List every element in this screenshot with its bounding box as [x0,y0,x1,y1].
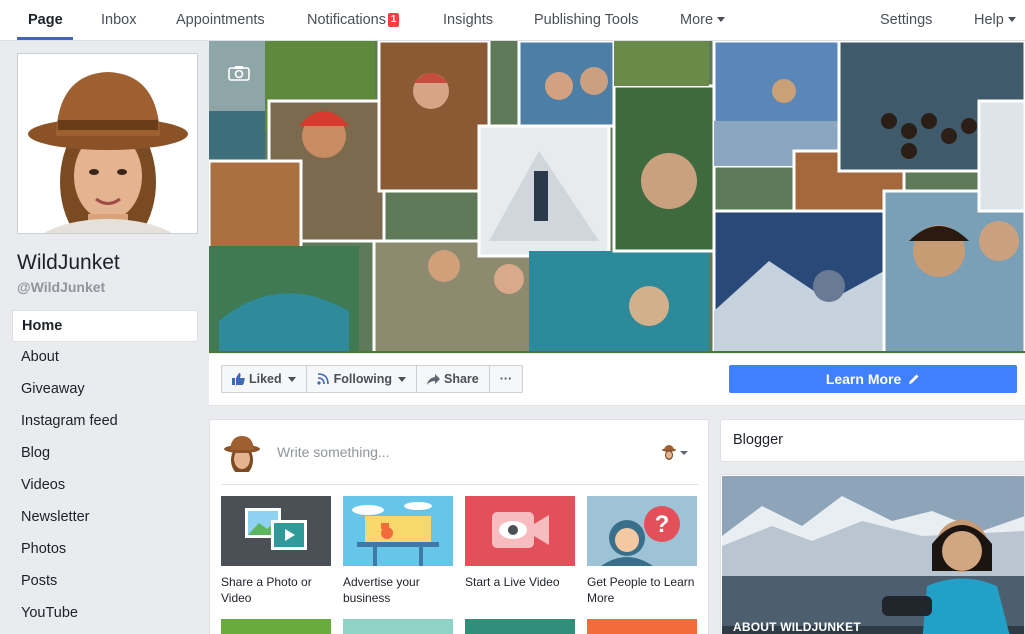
about-photo-image [722,476,1024,634]
page-username[interactable]: @WildJunket [17,279,105,295]
following-button[interactable]: Following [307,366,417,392]
tab-notifications[interactable]: Notifications 1 [307,0,399,41]
rss-icon [317,373,329,385]
camera-icon[interactable] [228,65,250,81]
tab-settings[interactable]: Settings [880,0,932,41]
active-tab-indicator [17,37,73,40]
advertise-business-tile[interactable]: Advertise your business [343,496,453,606]
live-video-camera-icon [465,496,575,566]
tab-publishing-tools[interactable]: Publishing Tools [534,0,639,41]
svg-text:?: ? [655,511,670,538]
page-category[interactable]: Blogger [733,432,783,448]
tab-more-label: More [680,12,714,28]
chevron-down-icon [1007,17,1016,22]
post-composer: Write something... Share a Photo or Vide… [209,419,709,634]
page-top-nav: Page Inbox Appointments Notifications 1 I… [0,0,1025,41]
learn-more-button[interactable]: Learn More [729,365,1017,393]
tab-help-label: Help [974,12,1004,28]
sidebar-item-photos[interactable]: Photos [12,534,198,566]
share-button[interactable]: Share [417,366,490,392]
sidebar-item-blog[interactable]: Blog [12,438,198,470]
next-row-tile-1[interactable] [221,619,331,634]
start-live-video-tile[interactable]: Start a Live Video [465,496,575,590]
liked-label: Liked [249,372,282,386]
tab-insights[interactable]: Insights [443,0,493,41]
share-photo-label: Share a Photo or Video [221,575,312,605]
next-row-tile-2[interactable] [343,619,453,634]
composer-divider [222,484,698,485]
advertise-thumb [343,496,453,566]
storefront-icon [343,496,453,566]
sidebar-item-home[interactable]: Home [12,310,198,342]
page-category-box: Blogger [720,419,1025,462]
live-video-label: Start a Live Video [465,575,560,589]
page-action-buttons: Liked Following Share ··· [221,365,524,393]
sidebar-item-about[interactable]: About [12,342,198,374]
post-as-avatar-icon [662,445,688,460]
chevron-down-icon [287,376,296,382]
ellipsis-icon: ··· [499,372,513,386]
profile-picture[interactable] [17,53,198,234]
tab-inbox[interactable]: Inbox [101,0,136,41]
sidebar-item-videos[interactable]: Videos [12,470,198,502]
advertise-label: Advertise your business [343,575,420,605]
avatar [222,432,262,472]
following-label: Following [333,372,392,386]
share-photo-video-tile[interactable]: Share a Photo or Video [221,496,331,606]
about-photo [722,476,1024,634]
tab-notifications-label: Notifications [307,12,386,28]
sidebar-item-giveaway[interactable]: Giveaway [12,374,198,406]
learn-more-thumb: ? [587,496,697,566]
photo-video-icon [221,496,331,566]
tab-help[interactable]: Help [974,0,1016,41]
live-video-thumb [465,496,575,566]
sidebar-item-newsletter[interactable]: Newsletter [12,502,198,534]
share-arrow-icon [426,373,440,385]
get-people-learn-more-tile[interactable]: ? Get People to Learn More [587,496,697,606]
cover-collage-image [209,41,1025,351]
avatar-image [222,432,262,472]
learn-more-label: Get People to Learn More [587,575,695,605]
sidebar-item-youtube[interactable]: YouTube [12,598,198,630]
page-action-bar: Liked Following Share ··· Learn More [209,354,1025,406]
camera-icon[interactable] [165,206,187,222]
learn-more-label: Learn More [825,371,902,387]
pencil-icon [909,374,919,384]
notification-count-badge: 1 [387,13,399,27]
about-card-title: ABOUT WILDJUNKET [733,620,861,634]
more-options-button[interactable]: ··· [490,366,523,392]
next-row-tile-4[interactable] [587,619,697,634]
question-person-icon: ? [587,496,697,566]
composer-input[interactable]: Write something... [277,444,390,460]
tab-more[interactable]: More [680,0,726,41]
sidebar-item-instagram-feed[interactable]: Instagram feed [12,406,198,438]
next-row-tile-3[interactable] [465,619,575,634]
liked-button[interactable]: Liked [222,366,307,392]
sidebar-item-posts[interactable]: Posts [12,566,198,598]
post-as-selector[interactable] [661,444,691,462]
cover-photo[interactable] [209,41,1025,353]
page-title: WildJunket [17,251,120,274]
chevron-down-icon [397,376,406,382]
share-photo-thumb [221,496,331,566]
tab-appointments[interactable]: Appointments [176,0,265,41]
tab-page[interactable]: Page [28,0,63,41]
about-card[interactable]: ABOUT WILDJUNKET [720,474,1025,634]
sidebar-nav: Home About Giveaway Instagram feed Blog … [12,310,198,630]
chevron-down-icon [717,17,726,22]
thumbs-up-icon [232,373,245,385]
share-label: Share [443,372,479,386]
